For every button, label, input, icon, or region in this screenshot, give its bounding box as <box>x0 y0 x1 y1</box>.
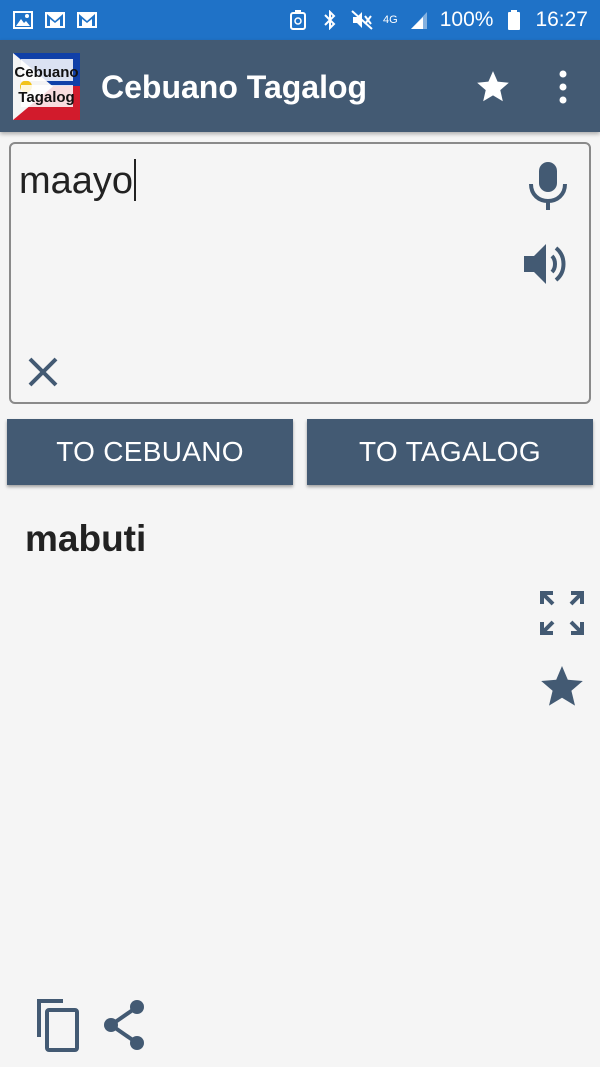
add-favorite-star-icon[interactable] <box>538 664 586 710</box>
signal-icon <box>408 10 430 30</box>
more-vert-icon[interactable] <box>548 68 578 106</box>
favorites-star-icon[interactable] <box>474 68 512 106</box>
network-type: 4G <box>383 14 398 26</box>
app-title: Cebuano Tagalog <box>101 69 368 105</box>
fullscreen-icon[interactable] <box>539 590 585 636</box>
battery-icon <box>503 10 525 30</box>
recycle-icon <box>287 10 309 30</box>
text-caret <box>134 159 137 201</box>
app-bar: Cebuano Tagalog Cebuano Tagalog <box>0 40 600 132</box>
speaker-icon[interactable] <box>522 240 572 288</box>
mic-icon[interactable] <box>526 162 570 212</box>
to-tagalog-button[interactable]: TO TAGALOG <box>307 419 593 485</box>
image-notification-icon <box>12 10 34 30</box>
logo-line1: Cebuano <box>14 64 79 81</box>
gmail-icon <box>44 10 66 30</box>
battery-percent: 100% <box>439 8 494 31</box>
logo-line2: Tagalog <box>18 89 75 106</box>
share-icon[interactable] <box>101 999 149 1051</box>
status-bar: 4G 100% 16:27 <box>0 0 600 40</box>
bluetooth-icon <box>319 10 341 30</box>
mute-icon <box>351 10 373 30</box>
to-cebuano-button[interactable]: TO CEBUANO <box>7 419 293 485</box>
gmail-icon <box>76 10 98 30</box>
clear-close-icon[interactable] <box>24 353 62 391</box>
input-text[interactable]: maayo <box>19 158 137 204</box>
translation-result: mabuti <box>25 518 147 559</box>
source-text-input[interactable]: maayo <box>9 142 591 404</box>
app-logo: Cebuano Tagalog <box>13 53 80 120</box>
input-value: maayo <box>19 160 134 202</box>
clock: 16:27 <box>535 8 588 31</box>
copy-icon[interactable] <box>33 997 81 1053</box>
